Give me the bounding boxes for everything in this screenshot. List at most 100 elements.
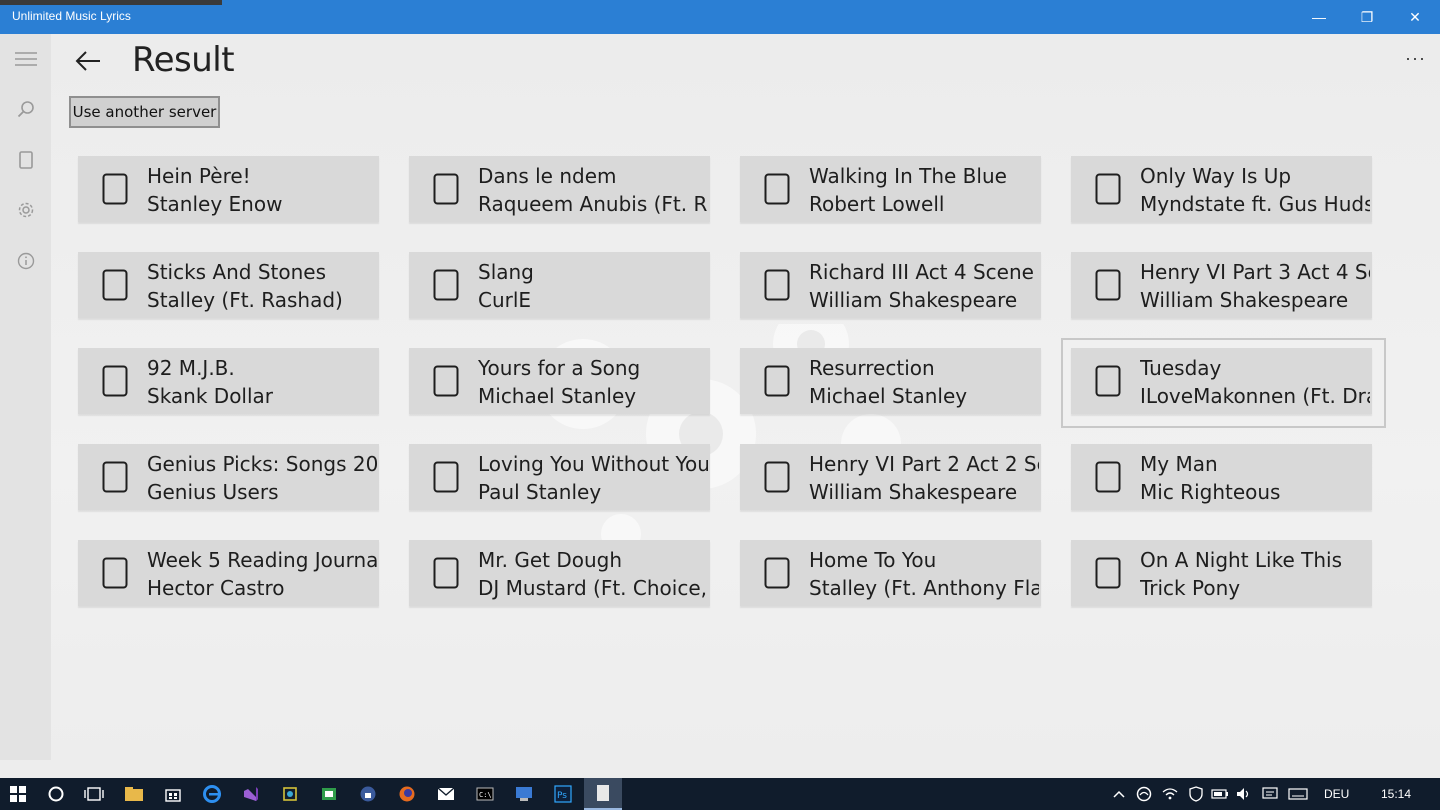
song-title: Dans le ndem — [478, 164, 617, 188]
song-artist: Michael Stanley — [809, 384, 968, 408]
file-explorer-icon[interactable] — [116, 778, 152, 810]
taskbar: C:\ Ps DEU 15:14 — [0, 778, 1440, 810]
wifi-icon[interactable] — [1158, 778, 1182, 810]
result-card[interactable]: Hein Père! Stanley Enow — [78, 156, 379, 222]
security-icon[interactable] — [1184, 778, 1208, 810]
vpn-lock-icon[interactable] — [350, 778, 386, 810]
document-icon — [433, 461, 459, 493]
result-card[interactable]: 92 M.J.B. Skank Dollar — [78, 348, 379, 414]
song-title: Walking In The Blue — [809, 164, 1007, 188]
mail-icon[interactable] — [428, 778, 464, 810]
song-title: On A Night Like This — [1140, 548, 1343, 572]
remote-desktop-icon[interactable] — [506, 778, 542, 810]
result-card[interactable]: Yours for a Song Michael Stanley — [409, 348, 710, 414]
use-another-server-button[interactable]: Use another server — [69, 96, 220, 128]
result-card[interactable]: Sticks And Stones Stalley (Ft. Rashad) — [78, 252, 379, 318]
document-icon — [1095, 173, 1121, 205]
document-icon — [102, 461, 128, 493]
song-artist: Genius Users — [147, 480, 279, 504]
result-card[interactable]: Resurrection Michael Stanley — [740, 348, 1041, 414]
store-icon[interactable] — [155, 778, 191, 810]
result-card[interactable]: Week 5 Reading Journal Hector Castro — [78, 540, 379, 606]
app-green-icon[interactable] — [311, 778, 347, 810]
song-artist: Mic Righteous — [1140, 480, 1281, 504]
result-card[interactable]: Loving You Without You I Paul Stanley — [409, 444, 710, 510]
result-card[interactable]: Mr. Get Dough DJ Mustard (Ft. Choice, D — [409, 540, 710, 606]
lyrics-app-taskbar-icon[interactable] — [584, 778, 622, 810]
document-icon — [102, 365, 128, 397]
document-icon — [764, 461, 790, 493]
song-title: Sticks And Stones — [147, 260, 327, 284]
song-title: Henry VI Part 3 Act 4 Sce — [1140, 260, 1370, 284]
document-icon — [1095, 557, 1121, 589]
document-icon[interactable] — [13, 147, 39, 173]
battery-icon[interactable] — [1208, 778, 1232, 810]
song-title: Only Way Is Up — [1140, 164, 1292, 188]
cortana-icon[interactable] — [38, 778, 74, 810]
song-artist: Myndstate ft. Gus Hudso — [1140, 192, 1370, 216]
result-card[interactable]: Only Way Is Up Myndstate ft. Gus Hudso — [1071, 156, 1372, 222]
command-prompt-icon[interactable]: C:\ — [467, 778, 503, 810]
song-artist: Trick Pony — [1140, 576, 1241, 600]
left-nav — [0, 34, 51, 760]
result-card[interactable]: On A Night Like This Trick Pony — [1071, 540, 1372, 606]
result-card[interactable]: Richard III Act 4 Scene 2 William Shakesp… — [740, 252, 1041, 318]
notifications-icon[interactable] — [1258, 778, 1282, 810]
svg-text:C:\: C:\ — [479, 791, 492, 799]
task-view-icon[interactable] — [76, 778, 112, 810]
song-artist: Raqueem Anubis (Ft. Raq — [478, 192, 708, 216]
clock[interactable]: 15:14 — [1381, 787, 1411, 801]
gear-icon[interactable] — [13, 197, 39, 223]
song-title: Yours for a Song — [478, 356, 641, 380]
info-icon[interactable] — [13, 248, 39, 274]
vs-tools-icon[interactable] — [272, 778, 308, 810]
song-artist: Hector Castro — [147, 576, 285, 600]
result-card[interactable]: Slang CurlE — [409, 252, 710, 318]
song-artist: Stalley (Ft. Anthony Flam — [809, 576, 1039, 600]
page-title: Result — [132, 40, 235, 80]
document-icon — [433, 557, 459, 589]
result-card[interactable]: Dans le ndem Raqueem Anubis (Ft. Raq — [409, 156, 710, 222]
song-artist: Stalley (Ft. Rashad) — [147, 288, 343, 312]
result-card[interactable]: Genius Picks: Songs 2015 Genius Users — [78, 444, 379, 510]
restore-button[interactable]: ❐ — [1344, 0, 1390, 34]
close-button[interactable]: ✕ — [1392, 0, 1438, 34]
network-sync-icon[interactable] — [1132, 778, 1156, 810]
focus-indicator — [1061, 338, 1386, 428]
song-artist: William Shakespeare — [1140, 288, 1349, 312]
language-indicator[interactable]: DEU — [1324, 787, 1349, 801]
song-title: Resurrection — [809, 356, 935, 380]
result-card[interactable]: Henry VI Part 2 Act 2 Sce William Shakesp… — [740, 444, 1041, 510]
song-title: Genius Picks: Songs 2015 — [147, 452, 377, 476]
window-bottom — [0, 760, 1440, 778]
edge-icon[interactable] — [194, 778, 230, 810]
more-options-button[interactable]: ··· — [1405, 48, 1426, 69]
result-card[interactable]: Home To You Stalley (Ft. Anthony Flam — [740, 540, 1041, 606]
document-icon — [102, 269, 128, 301]
keyboard-icon[interactable] — [1284, 778, 1312, 810]
visual-studio-icon[interactable] — [233, 778, 269, 810]
tray-expand-icon[interactable] — [1108, 778, 1130, 810]
windows-start-icon[interactable] — [0, 778, 36, 810]
result-card[interactable]: Walking In The Blue Robert Lowell — [740, 156, 1041, 222]
firefox-icon[interactable] — [389, 778, 425, 810]
title-bar: Unlimited Music Lyrics — ❐ ✕ — [0, 0, 1440, 34]
document-icon — [764, 173, 790, 205]
result-card[interactable]: Henry VI Part 3 Act 4 Sce William Shakesp… — [1071, 252, 1372, 318]
song-artist: William Shakespeare — [809, 288, 1018, 312]
menu-icon[interactable] — [13, 46, 39, 72]
song-artist: DJ Mustard (Ft. Choice, D — [478, 576, 708, 600]
song-title: 92 M.J.B. — [147, 356, 235, 380]
result-card[interactable]: My Man Mic Righteous — [1071, 444, 1372, 510]
svg-text:Ps: Ps — [557, 791, 567, 801]
search-icon[interactable] — [13, 96, 39, 122]
song-artist: Stanley Enow — [147, 192, 283, 216]
photoshop-icon[interactable]: Ps — [545, 778, 581, 810]
volume-icon[interactable] — [1232, 778, 1256, 810]
document-icon — [1095, 269, 1121, 301]
song-title: Home To You — [809, 548, 937, 572]
minimize-button[interactable]: — — [1296, 0, 1342, 34]
song-title: Henry VI Part 2 Act 2 Sce — [809, 452, 1039, 476]
back-button[interactable] — [71, 44, 105, 78]
song-artist: Michael Stanley — [478, 384, 637, 408]
